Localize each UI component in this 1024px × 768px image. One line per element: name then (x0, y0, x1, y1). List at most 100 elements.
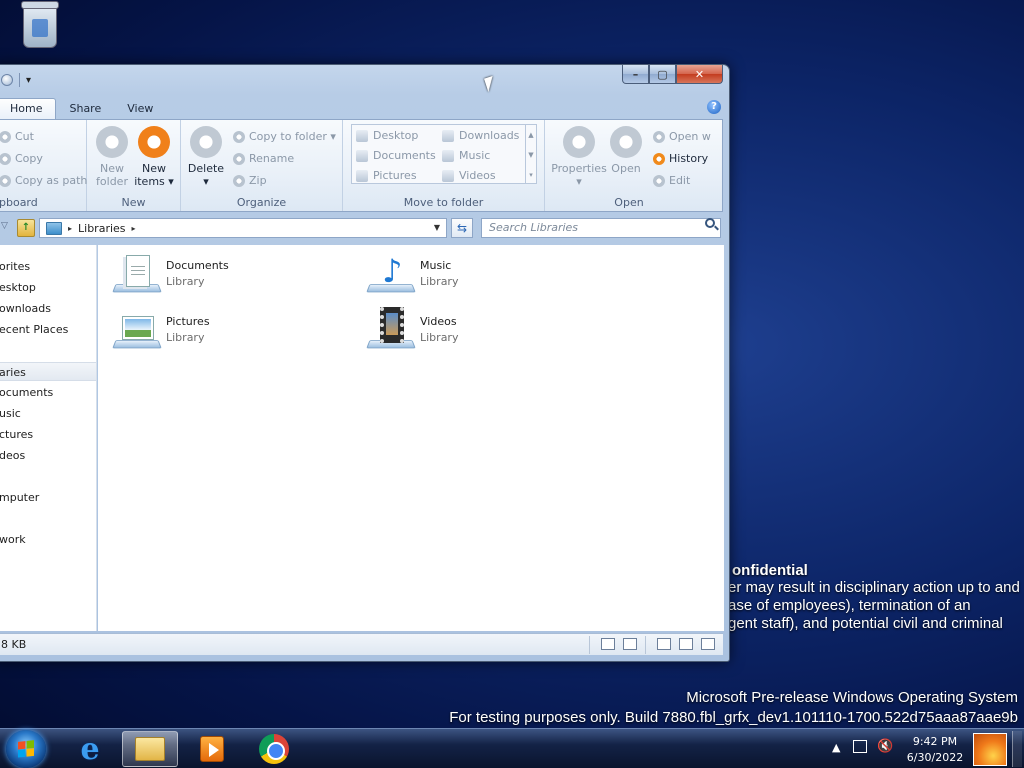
edit-button[interactable]: Edit (653, 174, 690, 187)
properties-caret: ▾ (576, 175, 582, 188)
open-button[interactable]: Open (607, 126, 645, 175)
gallery-scroll[interactable]: ▲ ▼ ▾ (525, 125, 536, 183)
details-view-icon[interactable] (601, 638, 615, 650)
delete-icon (190, 126, 222, 158)
nav-documents[interactable]: ocuments (0, 383, 96, 402)
copy-button[interactable]: Copy (0, 152, 43, 165)
watermark-line-2: For testing purposes only. Build 7880.fb… (449, 709, 1018, 726)
action-center-icon[interactable] (853, 740, 867, 753)
details-pane-icon[interactable] (679, 638, 693, 650)
breadcrumb-separator[interactable]: ▸ (68, 224, 72, 233)
address-dropdown-icon[interactable]: ▼ (434, 223, 440, 232)
minimize-button[interactable]: – (622, 65, 649, 84)
navigation-pane: orites esktop ownloads ecent Places arie… (0, 245, 97, 631)
preview-pane-icon[interactable] (657, 638, 671, 650)
move-to-music[interactable]: Music (442, 149, 490, 162)
tab-view[interactable]: View (114, 99, 166, 119)
customize-toolbar-icon[interactable]: ▾ (26, 75, 31, 86)
show-desktop-button[interactable] (1012, 731, 1022, 767)
new-items-button[interactable]: New items ▾ (133, 126, 175, 188)
history-button[interactable]: History (653, 152, 708, 165)
open-with-button[interactable]: Open w (653, 130, 711, 143)
navigation-pane-toggle-icon[interactable] (701, 638, 715, 650)
title-bar[interactable]: ▾ – ▢ ✕ (0, 65, 729, 93)
library-item-pictures[interactable]: Pictures Library (112, 307, 210, 353)
library-item-music[interactable]: ♪ Music Library (366, 251, 458, 297)
delete-button[interactable]: Delete ▾ (187, 126, 225, 188)
up-folder-button[interactable]: ↑ (17, 219, 35, 237)
help-icon[interactable]: ? (707, 100, 721, 114)
copy-to-icon (233, 130, 245, 143)
library-item-documents[interactable]: Documents Library (112, 251, 229, 297)
tab-share[interactable]: Share (56, 99, 114, 119)
move-to-downloads[interactable]: Downloads (442, 129, 519, 142)
gallery-down-icon[interactable]: ▼ (526, 145, 536, 165)
nav-desktop[interactable]: esktop (0, 278, 96, 297)
new-items-label: New (142, 162, 166, 175)
nav-pictures[interactable]: ctures (0, 425, 96, 444)
show-hidden-icons-icon[interactable]: ▲ (832, 741, 840, 754)
recent-locations-icon[interactable]: ▽ (1, 221, 8, 231)
move-to-documents[interactable]: Documents (356, 149, 436, 162)
library-name: Videos (420, 315, 457, 328)
nav-libraries[interactable]: aries (0, 362, 96, 381)
search-input[interactable]: Search Libraries (481, 218, 721, 238)
breadcrumb-libraries[interactable]: Libraries (78, 222, 126, 235)
new-folder-label: New (100, 162, 124, 175)
nav-favorites[interactable]: orites (0, 257, 96, 276)
nav-recent-places[interactable]: ecent Places (0, 320, 96, 339)
search-icon[interactable] (705, 218, 715, 228)
new-items-icon (138, 126, 170, 158)
address-bar[interactable]: ▸ Libraries ▸ ▼ (39, 218, 447, 238)
move-to-desktop-label: Desktop (373, 129, 419, 142)
close-button[interactable]: ✕ (676, 65, 723, 84)
music-folder-icon (442, 149, 454, 162)
nav-downloads[interactable]: ownloads (0, 299, 96, 318)
large-icons-view-icon[interactable] (623, 638, 637, 650)
rename-button[interactable]: Rename (233, 152, 294, 165)
gallery-up-icon[interactable]: ▲ (526, 125, 536, 145)
tab-home[interactable]: Home (0, 98, 57, 119)
open-label: Open (611, 162, 641, 175)
taskbar-chrome[interactable] (246, 731, 302, 767)
gallery-more-icon[interactable]: ▾ (526, 165, 536, 185)
nav-videos[interactable]: deos (0, 446, 96, 465)
start-button[interactable] (6, 730, 46, 768)
copy-as-path-button[interactable]: Copy as path (0, 174, 87, 187)
move-to-videos[interactable]: Videos (442, 169, 496, 182)
user-avatar[interactable] (973, 733, 1007, 766)
confidential-notice: onfidential er may result in disciplinar… (728, 562, 1020, 633)
volume-muted-icon[interactable]: 🔇 (877, 739, 893, 754)
taskbar-media-player[interactable] (184, 731, 240, 767)
build-watermark: Microsoft Pre-release Windows Operating … (449, 688, 1018, 728)
nav-music[interactable]: usic (0, 404, 96, 423)
recycle-bin-desktop-icon[interactable] (8, 1, 72, 48)
taskbar: e ▲ 🔇 9:42 PM 6/30/2022 (0, 728, 1024, 768)
cut-button[interactable]: Cut (0, 130, 34, 143)
edit-label: Edit (669, 174, 691, 187)
library-type: Library (420, 331, 459, 344)
delete-label: Delete (187, 162, 225, 175)
nav-computer[interactable]: mputer (0, 488, 96, 507)
new-folder-button[interactable]: New folder (93, 126, 131, 188)
properties-button[interactable]: Properties ▾ (551, 126, 607, 188)
taskbar-internet-explorer[interactable]: e (62, 731, 118, 767)
breadcrumb-separator-2[interactable]: ▸ (132, 224, 136, 233)
move-to-desktop[interactable]: Desktop (356, 129, 418, 142)
taskbar-windows-explorer[interactable] (122, 731, 178, 767)
maximize-button[interactable]: ▢ (649, 65, 676, 84)
open-icon (610, 126, 642, 158)
documents-library-icon (112, 251, 162, 297)
move-to-videos-label: Videos (459, 169, 496, 182)
properties-quick-icon[interactable] (1, 74, 13, 86)
nav-network[interactable]: work (0, 530, 96, 549)
zip-button[interactable]: Zip (233, 174, 267, 187)
copy-to-folder-button[interactable]: Copy to folder ▾ (233, 130, 336, 143)
clock[interactable]: 9:42 PM 6/30/2022 (900, 734, 970, 766)
move-to-pictures[interactable]: Pictures (356, 169, 417, 182)
library-item-videos[interactable]: Videos Library (366, 307, 459, 353)
refresh-button[interactable]: ⇆ (451, 218, 473, 238)
toolbar-separator (19, 73, 20, 87)
pictures-folder-icon (356, 169, 368, 182)
move-to-music-label: Music (459, 149, 491, 162)
